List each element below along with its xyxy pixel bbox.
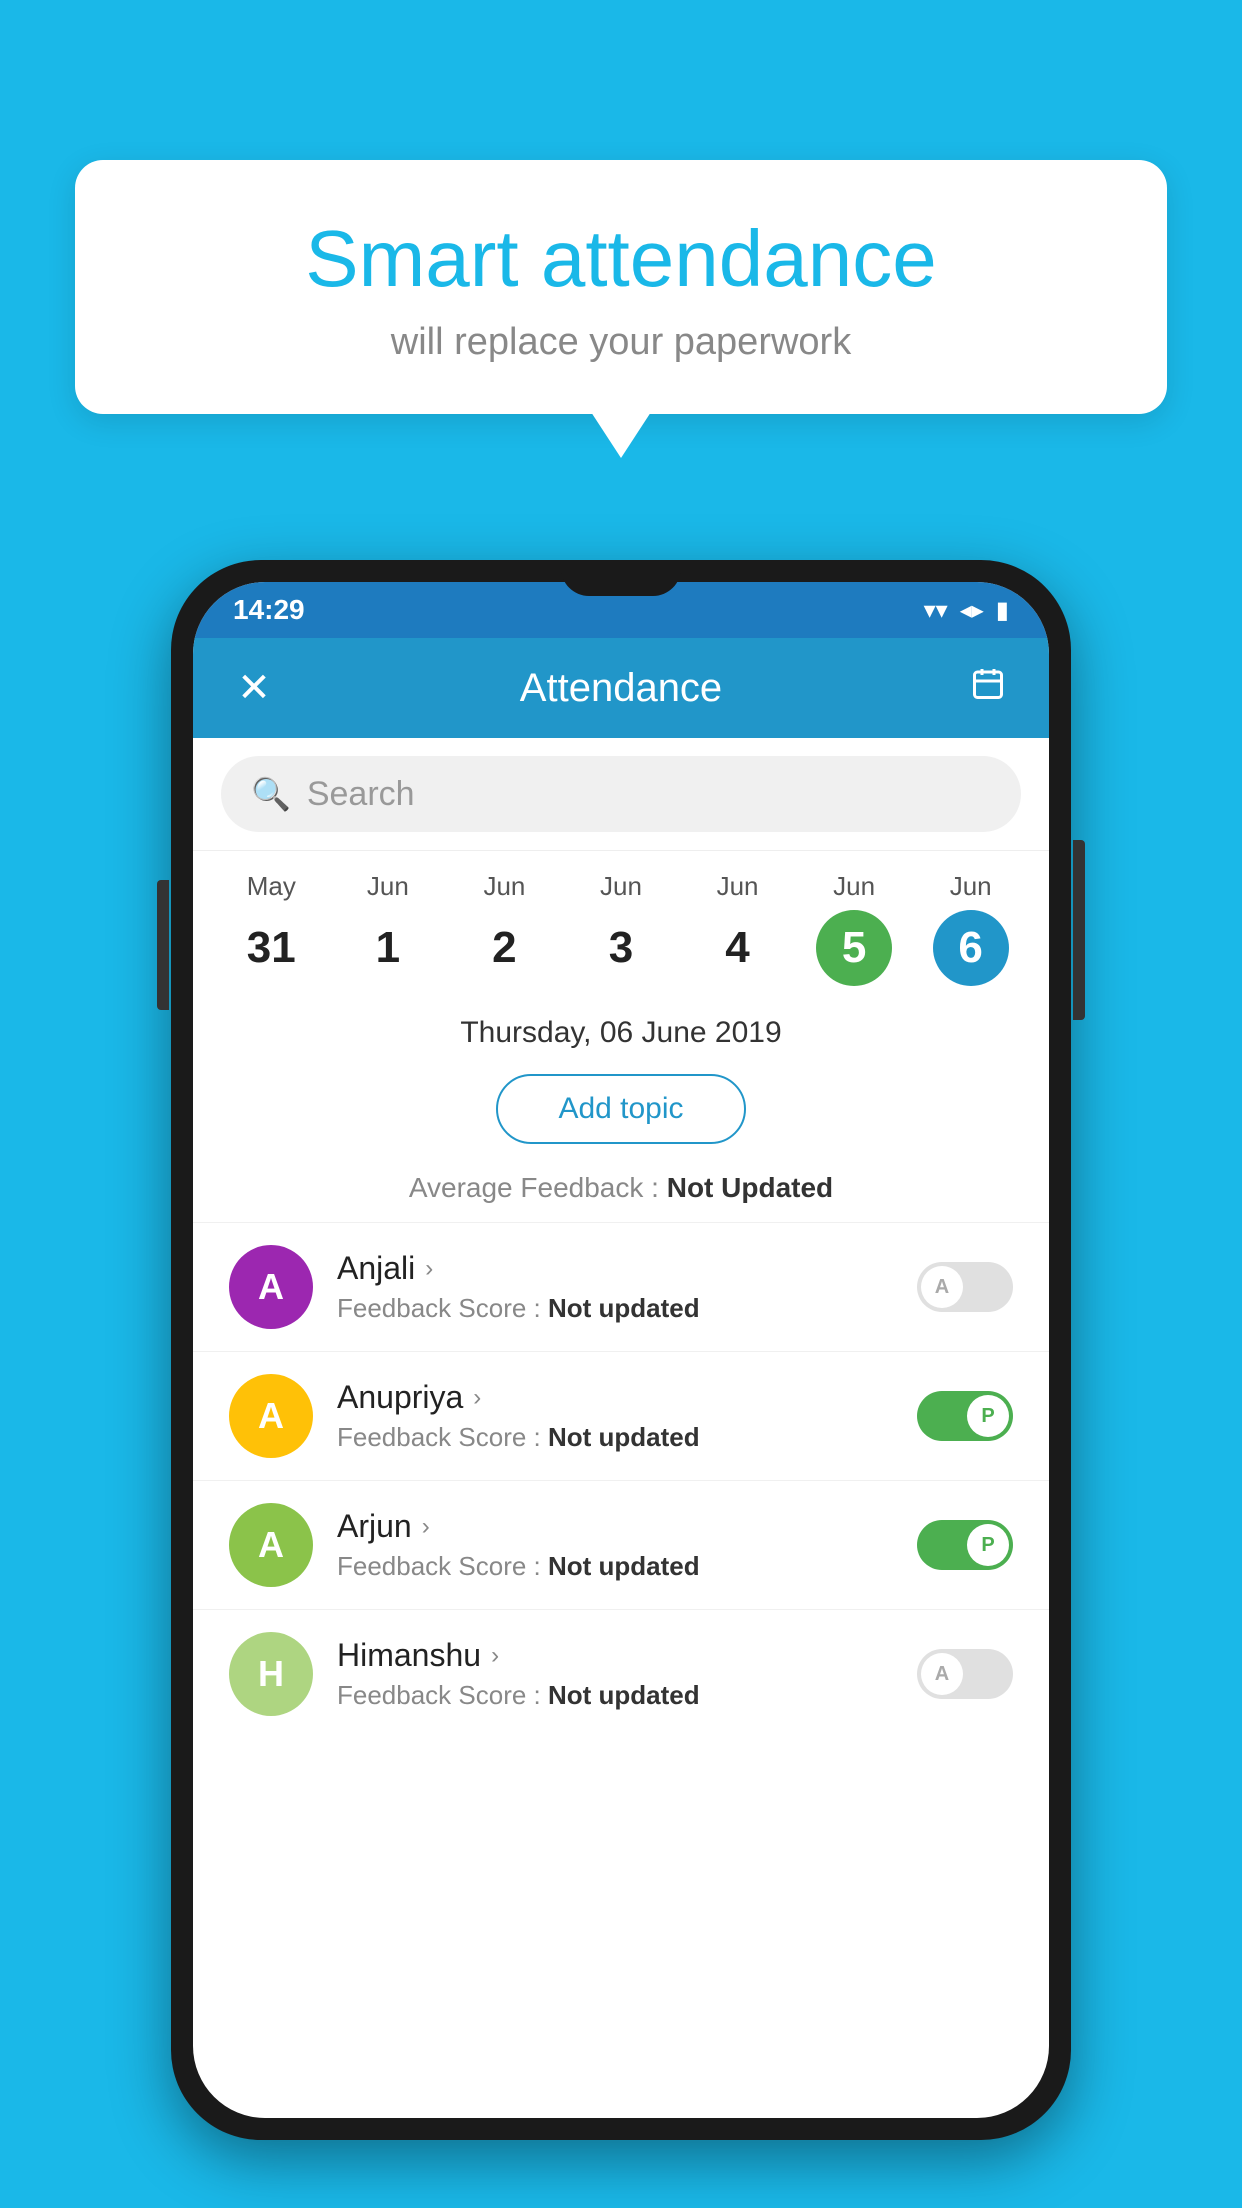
phone-notch <box>561 560 681 596</box>
student-item[interactable]: A Anjali › Feedback Score : Not updated A <box>193 1222 1049 1351</box>
day-number[interactable]: 6 <box>933 910 1009 986</box>
date-cell[interactable]: May 31 <box>221 871 321 986</box>
month-label: Jun <box>367 871 409 902</box>
date-cell[interactable]: Jun 5 <box>804 871 904 986</box>
toggle-knob: P <box>967 1395 1009 1437</box>
battery-icon: ▮ <box>996 596 1009 625</box>
bubble-title: Smart attendance <box>135 215 1107 303</box>
search-container: 🔍 Search <box>193 738 1049 851</box>
status-icons: ▾▾ ◂▸ ▮ <box>924 596 1009 625</box>
student-item[interactable]: A Anupriya › Feedback Score : Not updated P <box>193 1351 1049 1480</box>
add-topic-container: Add topic <box>193 1060 1049 1162</box>
calendar-button[interactable] <box>963 666 1013 711</box>
avatar: A <box>229 1503 313 1587</box>
day-number[interactable]: 31 <box>233 910 309 986</box>
day-number[interactable]: 1 <box>350 910 426 986</box>
attendance-toggle[interactable]: P <box>917 1391 1013 1441</box>
avg-feedback-prefix: Average Feedback : <box>409 1172 667 1203</box>
student-item[interactable]: H Himanshu › Feedback Score : Not updated A <box>193 1609 1049 1738</box>
avg-feedback: Average Feedback : Not Updated <box>193 1162 1049 1222</box>
student-name: Anupriya › <box>337 1379 893 1416</box>
day-number[interactable]: 3 <box>583 910 659 986</box>
chevron-icon: › <box>491 1642 499 1670</box>
phone-screen: 14:29 ▾▾ ◂▸ ▮ ✕ Attendance <box>193 582 1049 2118</box>
month-label: Jun <box>483 871 525 902</box>
student-name: Arjun › <box>337 1508 893 1545</box>
feedback-score: Feedback Score : Not updated <box>337 1422 893 1453</box>
search-bar[interactable]: 🔍 Search <box>221 756 1021 832</box>
status-time: 14:29 <box>233 594 305 626</box>
feedback-score: Feedback Score : Not updated <box>337 1680 893 1711</box>
calendar-strip: May 31 Jun 1 Jun 2 Jun 3 Jun 4 Jun 5 Jun 6 <box>193 851 1049 996</box>
date-row: May 31 Jun 1 Jun 2 Jun 3 Jun 4 Jun 5 Jun 6 <box>213 871 1029 986</box>
chevron-icon: › <box>422 1513 430 1541</box>
avatar: A <box>229 1374 313 1458</box>
student-list: AAnjali ›Feedback Score : Not updatedAAA… <box>193 1222 1049 1738</box>
avg-feedback-value: Not Updated <box>667 1172 833 1203</box>
date-cell[interactable]: Jun 6 <box>921 871 1021 986</box>
avatar: A <box>229 1245 313 1329</box>
student-info: Anupriya › Feedback Score : Not updated <box>337 1379 893 1453</box>
chevron-icon: › <box>425 1255 433 1283</box>
attendance-toggle[interactable]: A <box>917 1262 1013 1312</box>
date-cell[interactable]: Jun 2 <box>454 871 554 986</box>
speech-bubble: Smart attendance will replace your paper… <box>75 160 1167 414</box>
toggle-knob: P <box>967 1524 1009 1566</box>
student-info: Arjun › Feedback Score : Not updated <box>337 1508 893 1582</box>
signal-icon: ◂▸ <box>960 596 984 625</box>
date-cell[interactable]: Jun 4 <box>688 871 788 986</box>
day-number[interactable]: 2 <box>466 910 542 986</box>
chevron-icon: › <box>473 1384 481 1412</box>
feedback-score: Feedback Score : Not updated <box>337 1551 893 1582</box>
phone-outer: 14:29 ▾▾ ◂▸ ▮ ✕ Attendance <box>171 560 1071 2140</box>
date-cell[interactable]: Jun 3 <box>571 871 671 986</box>
toggle-knob: A <box>921 1653 963 1695</box>
day-number[interactable]: 4 <box>700 910 776 986</box>
add-topic-button[interactable]: Add topic <box>496 1074 745 1144</box>
student-info: Himanshu › Feedback Score : Not updated <box>337 1637 893 1711</box>
month-label: Jun <box>717 871 759 902</box>
attendance-toggle[interactable]: A <box>917 1649 1013 1699</box>
app-bar: ✕ Attendance <box>193 638 1049 738</box>
month-label: Jun <box>833 871 875 902</box>
student-name: Himanshu › <box>337 1637 893 1674</box>
avatar: H <box>229 1632 313 1716</box>
search-icon: 🔍 <box>251 775 291 813</box>
bubble-subtitle: will replace your paperwork <box>135 321 1107 364</box>
selected-date-label: Thursday, 06 June 2019 <box>193 996 1049 1060</box>
attendance-toggle[interactable]: P <box>917 1520 1013 1570</box>
date-cell[interactable]: Jun 1 <box>338 871 438 986</box>
student-info: Anjali › Feedback Score : Not updated <box>337 1250 893 1324</box>
close-button[interactable]: ✕ <box>229 665 279 711</box>
month-label: Jun <box>950 871 992 902</box>
wifi-icon: ▾▾ <box>924 596 948 625</box>
app-bar-title: Attendance <box>279 666 963 711</box>
day-number[interactable]: 5 <box>816 910 892 986</box>
month-label: Jun <box>600 871 642 902</box>
student-name: Anjali › <box>337 1250 893 1287</box>
student-item[interactable]: A Arjun › Feedback Score : Not updated P <box>193 1480 1049 1609</box>
search-placeholder: Search <box>307 775 415 814</box>
toggle-knob: A <box>921 1266 963 1308</box>
phone-wrapper: 14:29 ▾▾ ◂▸ ▮ ✕ Attendance <box>171 560 1071 2140</box>
feedback-score: Feedback Score : Not updated <box>337 1293 893 1324</box>
month-label: May <box>247 871 296 902</box>
